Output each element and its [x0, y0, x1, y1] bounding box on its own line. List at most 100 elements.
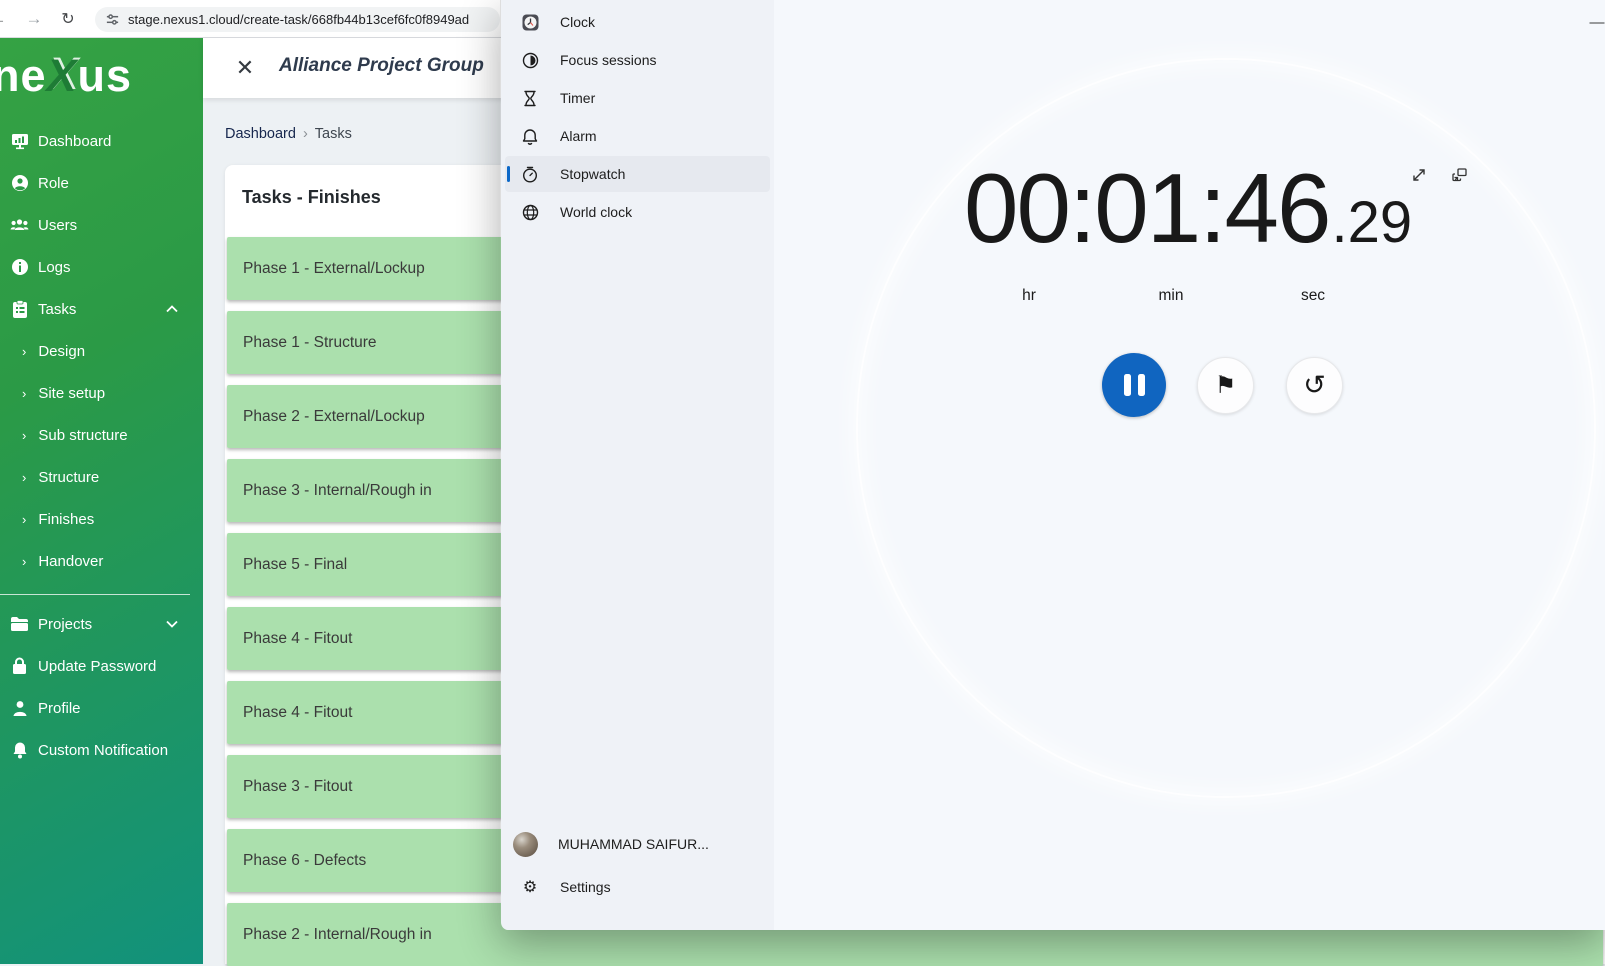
sidebar-item-label: Dashboard: [38, 133, 111, 150]
unit-label-sec: sec: [1301, 287, 1325, 305]
sidebar-item-label: Profile: [38, 700, 81, 717]
clock-nav-alarm[interactable]: Alarm: [505, 118, 770, 154]
sidebar-item-update-password[interactable]: Update Password: [0, 645, 203, 687]
breadcrumb-tasks: Tasks: [315, 126, 352, 142]
chevron-right-icon: ›: [22, 554, 26, 569]
nexus-logo: neXus: [0, 50, 132, 102]
bell-icon: [10, 741, 29, 760]
sidebar-subitem-handover[interactable]: ›Handover: [0, 540, 203, 582]
minimize-icon[interactable]: —: [1586, 11, 1605, 33]
person-icon: [10, 699, 29, 718]
reset-icon: ↺: [1303, 370, 1326, 401]
clock-nav-world-clock[interactable]: World clock: [505, 194, 770, 230]
alarm-icon: [521, 127, 539, 145]
browser-back-icon[interactable]: ←: [0, 7, 10, 31]
breadcrumb-dashboard[interactable]: Dashboard: [225, 126, 296, 142]
flag-icon: ⚑: [1215, 371, 1237, 400]
clock-nav-settings[interactable]: ⚙ Settings: [505, 869, 769, 905]
pause-button[interactable]: [1102, 353, 1166, 417]
user-account-row[interactable]: MUHAMMAD SAIFUR...: [505, 823, 769, 865]
close-icon[interactable]: ✕: [233, 56, 257, 80]
sidebar-item-label: Tasks: [38, 301, 76, 318]
clock-nav-label: Focus sessions: [560, 52, 656, 68]
sidebar-subitem-finishes[interactable]: › Finishes: [0, 498, 203, 540]
sidebar-item-dashboard[interactable]: Dashboard: [0, 120, 203, 162]
clock-nav-label: World clock: [560, 204, 632, 220]
world-clock-icon: [521, 203, 539, 221]
sidebar-subitem-structure[interactable]: › Structure: [0, 456, 203, 498]
tasks-icon: [10, 300, 29, 319]
chevron-right-icon: ›: [22, 512, 26, 527]
app-sidebar: neXus Dashboard Role Users Logs Tasks › D…: [0, 38, 203, 964]
clock-nav-label: Alarm: [560, 128, 597, 144]
sidebar-item-label: Projects: [38, 616, 92, 633]
sidebar-item-label: Users: [38, 217, 77, 234]
logs-icon: [10, 258, 29, 277]
logo-left: ne: [0, 50, 47, 101]
sidebar-item-profile[interactable]: Profile: [0, 687, 203, 729]
sidebar-item-label: Role: [38, 175, 69, 192]
modal-title: Alliance Project Group: [279, 55, 484, 77]
gear-icon: ⚙: [521, 878, 539, 896]
clock-nav-stopwatch[interactable]: Stopwatch: [505, 156, 770, 192]
clock-nav-label: Timer: [560, 90, 595, 106]
unit-label-min: min: [1159, 287, 1184, 305]
subitem-label: Finishes: [38, 511, 94, 528]
clock-nav-label: Clock: [560, 14, 595, 30]
chevron-right-icon: ›: [22, 428, 26, 443]
focus-sessions-icon: [521, 51, 539, 69]
sidebar-item-role[interactable]: Role: [0, 162, 203, 204]
lap-flag-button[interactable]: ⚑: [1197, 357, 1254, 414]
sidebar-subitem-site-setup[interactable]: › Site setup: [0, 372, 203, 414]
url-text[interactable]: stage.nexus1.cloud/create-task/668fb44b1…: [128, 12, 469, 27]
users-icon: [10, 216, 29, 235]
folder-icon: [10, 615, 29, 634]
unit-label-hr: hr: [1022, 287, 1036, 305]
sidebar-item-projects[interactable]: Projects: [0, 603, 203, 645]
subitem-label: Structure: [38, 469, 99, 486]
clock-app-icon: [521, 13, 539, 31]
expand-icon[interactable]: [1410, 166, 1428, 184]
stopwatch-panel: — 00:01:46.29 hr min sec ⚑ ↺: [774, 0, 1605, 930]
clock-nav-focus-sessions[interactable]: Focus sessions: [505, 42, 770, 78]
chevron-up-icon[interactable]: [166, 305, 178, 313]
clock-app-window: Clock Focus sessions Timer Alarm Stopwat…: [500, 0, 1605, 930]
sidebar-subitem-design[interactable]: › Design: [0, 330, 203, 372]
sidebar-item-label: Update Password: [38, 658, 156, 675]
browser-forward-icon[interactable]: →: [22, 7, 46, 31]
chevron-right-icon: ›: [22, 386, 26, 401]
stopwatch-time: 00:01:46.29: [964, 152, 1412, 265]
subitem-label: Design: [38, 343, 85, 360]
pause-icon: [1124, 374, 1131, 396]
subitem-label: Site setup: [38, 385, 105, 402]
site-settings-icon[interactable]: [105, 12, 120, 27]
chevron-right-icon: ›: [22, 344, 26, 359]
logo-x: X: [47, 50, 78, 101]
clock-sidebar: Clock Focus sessions Timer Alarm Stopwat…: [501, 0, 774, 930]
sidebar-item-users[interactable]: Users: [0, 204, 203, 246]
browser-reload-icon[interactable]: ↻: [56, 7, 80, 31]
stopwatch-icon: [521, 165, 539, 183]
dashboard-icon: [10, 132, 29, 151]
timer-icon: [521, 89, 539, 107]
sidebar-item-custom-notification[interactable]: Custom Notification: [0, 729, 203, 771]
clock-nav-timer[interactable]: Timer: [505, 80, 770, 116]
sidebar-item-logs[interactable]: Logs: [0, 246, 203, 288]
user-avatar: [513, 832, 538, 857]
sidebar-subitem-sub-structure[interactable]: ›Sub structure: [0, 414, 203, 456]
settings-label: Settings: [560, 879, 611, 895]
chevron-right-icon: ›: [22, 470, 26, 485]
address-bar[interactable]: stage.nexus1.cloud/create-task/668fb44b1…: [95, 7, 500, 32]
selected-accent-bar: [507, 166, 510, 182]
sidebar-divider: [0, 594, 190, 595]
role-icon: [10, 174, 29, 193]
stopwatch-time-main: 00:01:46: [964, 152, 1329, 265]
logo-right: us: [78, 50, 133, 101]
sidebar-item-label: Custom Notification: [38, 742, 168, 759]
sidebar-item-tasks[interactable]: Tasks: [0, 288, 203, 330]
reset-button[interactable]: ↺: [1286, 357, 1343, 414]
clock-nav-clock[interactable]: Clock: [505, 4, 770, 40]
compact-overlay-icon[interactable]: [1450, 166, 1468, 184]
chevron-down-icon[interactable]: [166, 620, 178, 628]
breadcrumb-separator: ›: [303, 126, 308, 142]
